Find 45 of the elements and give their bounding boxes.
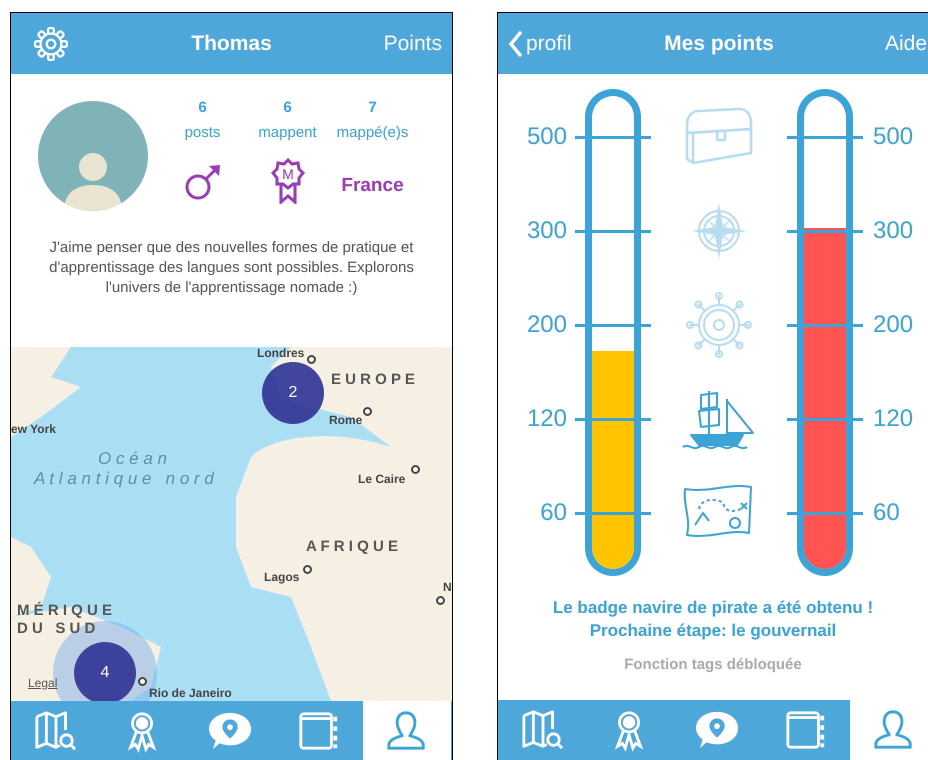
scale-label: 60	[540, 498, 567, 528]
scale-label: 300	[873, 216, 914, 246]
region-label: M É R I Q U E	[17, 603, 112, 618]
tab-button[interactable]	[363, 701, 451, 760]
ocean-label: A t l a n t i q u e n o r d	[34, 470, 214, 487]
scale-label: 200	[526, 310, 567, 340]
scale-label: 60	[873, 498, 900, 528]
back-chevron-icon	[508, 30, 522, 56]
scale-label: 200	[873, 310, 914, 340]
stat-label: mappé(e)s	[336, 124, 408, 142]
bio-text: J'aime penser que des nouvelles formes de pratique et d'apprentissage des langues sont possibles. Explorons l'univers de l'apprentissage nomade :)	[48, 238, 415, 298]
scale-label: 120	[873, 404, 914, 434]
city-label: Rio de Janeiro	[149, 687, 232, 699]
scale-label: 300	[526, 216, 567, 246]
screen-title: Mes points	[664, 30, 774, 57]
stat-label: mappent	[258, 124, 317, 142]
region-label: E U R O P E	[331, 372, 415, 387]
stat-count: 6	[198, 99, 207, 117]
status-message: Prochaine étape: le gouvernail	[590, 620, 836, 642]
map-search-icon	[520, 708, 564, 752]
city-label: Le Caire	[358, 473, 406, 485]
unlock-note: Fonction tags débloquée	[623, 655, 803, 675]
legal-link[interactable]: Legal	[28, 674, 58, 692]
cluster-marker[interactable]: 2	[262, 362, 324, 424]
city-label: Londres	[257, 347, 304, 359]
settings-button[interactable]	[33, 26, 69, 62]
screen-title: Thomas	[191, 30, 272, 57]
region-label: A F R I Q U E	[306, 539, 398, 554]
stat-label: posts	[184, 124, 220, 142]
city-label: Lagos	[264, 571, 300, 583]
stat-count: 7	[368, 99, 377, 117]
region-label: D U S U D	[17, 621, 96, 636]
stat-count: 6	[283, 99, 292, 117]
scale-label: 120	[526, 404, 567, 434]
city-label: Rome	[329, 414, 362, 426]
ocean-label: O c é a n	[98, 450, 167, 467]
city-label: ew York	[11, 423, 56, 435]
scale-label: 500	[873, 122, 914, 152]
status-message: Le badge navire de pirate a été obtenu !	[552, 597, 874, 619]
map-search-icon	[33, 709, 77, 753]
scale-label: 500	[526, 122, 567, 152]
country-label: France	[341, 174, 404, 198]
city-label: N	[443, 581, 452, 593]
settings-icon	[34, 26, 68, 60]
tab-button[interactable]	[850, 700, 928, 760]
